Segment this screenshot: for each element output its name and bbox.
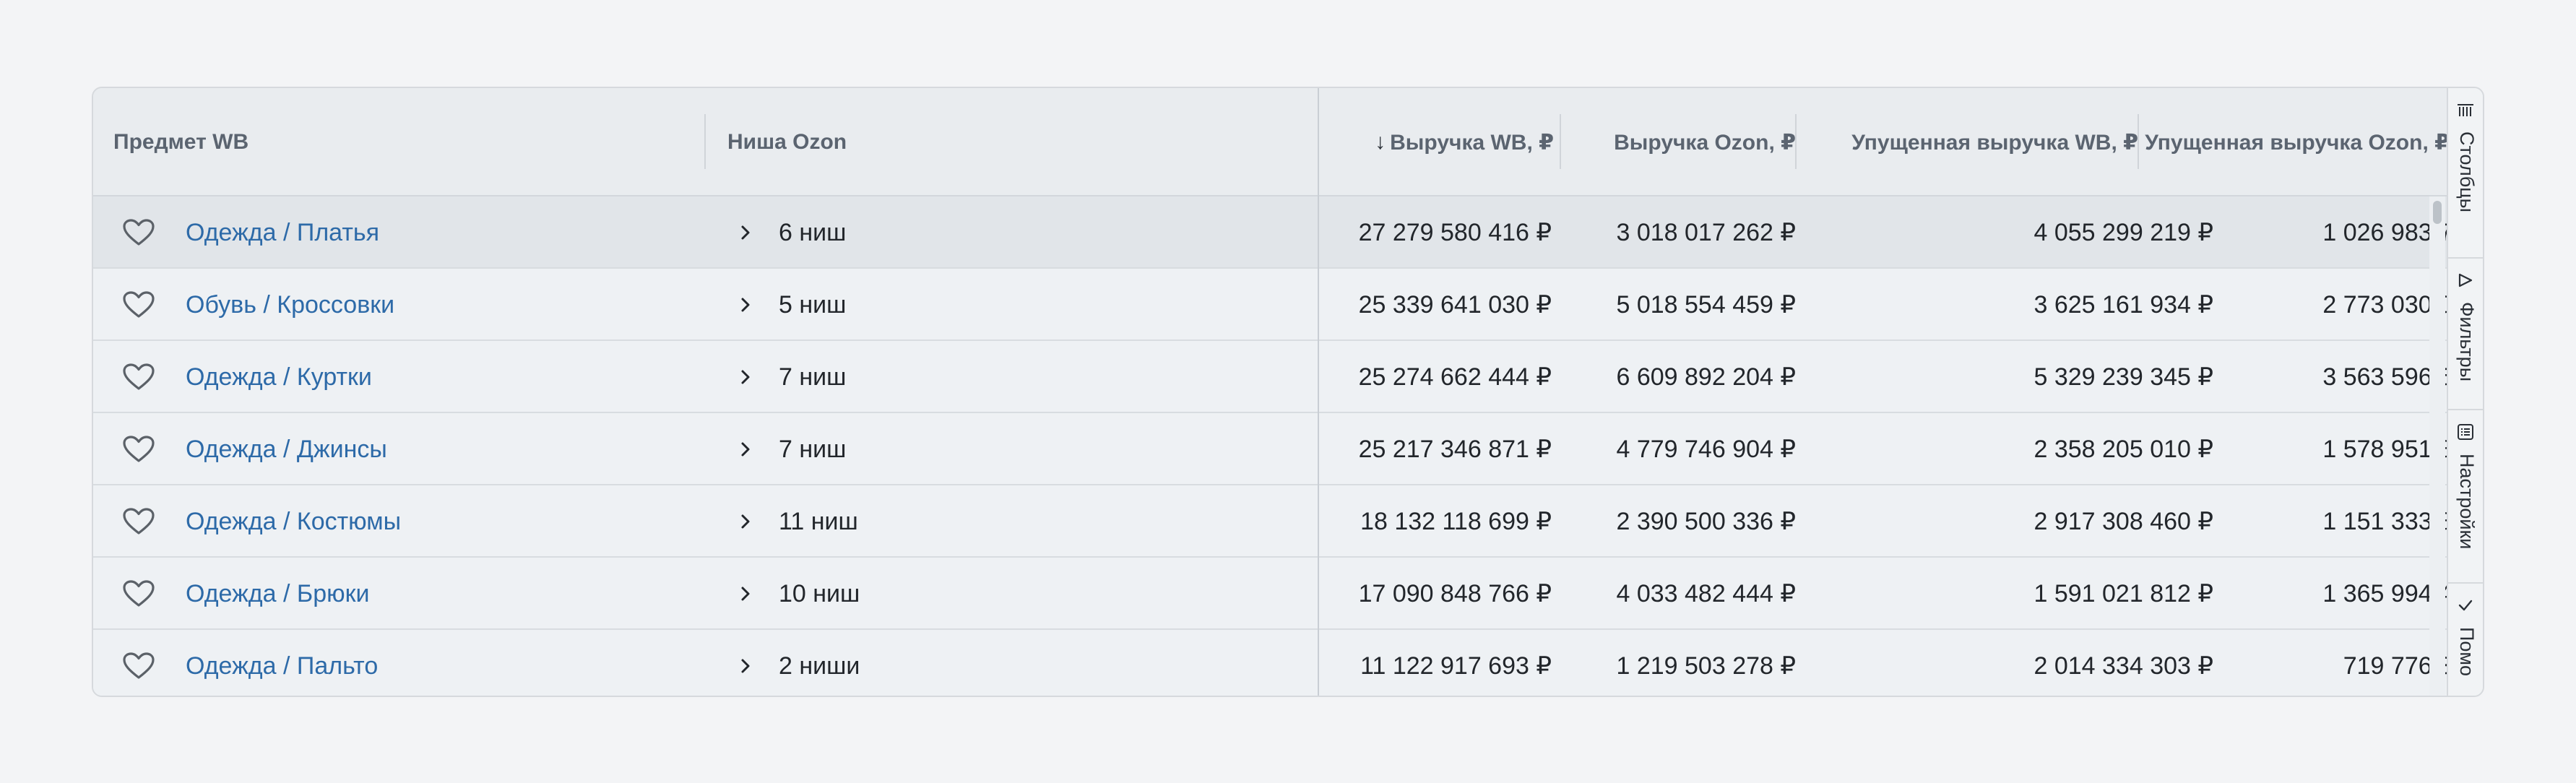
lost-wb-revenue-cell: 1 591 021 812 ₽	[2033, 580, 2213, 607]
header-wb-revenue[interactable]: ↓ Выручка WB, ₽	[1319, 88, 1554, 196]
wb-revenue-cell: 25 217 346 871 ₽	[1358, 436, 1552, 463]
grid-header: Предмет WB Ниша Ozon ↓ Выручка WB, ₽ Выр…	[93, 88, 2483, 196]
header-lost-wb-revenue[interactable]: Упущенная выручка WB, ₽	[1797, 88, 2138, 196]
side-panel: Столбцы Фильтры Настройки Помо	[2447, 88, 2483, 696]
header-subject-wb[interactable]: Предмет WB	[113, 88, 706, 196]
columns-icon	[2458, 104, 2473, 116]
lost-wb-revenue-cell: 3 625 161 934 ₽	[2033, 291, 2213, 319]
ozon-revenue-cell: 1 219 503 278 ₽	[1616, 652, 1796, 680]
wb-revenue-cell: 17 090 848 766 ₽	[1358, 580, 1552, 607]
check-icon	[2458, 600, 2473, 611]
vertical-scrollbar[interactable]	[2429, 196, 2445, 696]
header-ozon-revenue-label: Выручка Ozon, ₽	[1614, 130, 1796, 155]
filter-icon	[2458, 273, 2473, 287]
lost-wb-revenue-cell: 2 358 205 010 ₽	[2033, 436, 2213, 463]
favorite-heart-icon[interactable]	[122, 652, 155, 680]
ozon-revenue-cell: 5 018 554 459 ₽	[1616, 291, 1796, 319]
header-lost-ozon-revenue[interactable]: Упущенная выручка Ozon, ₽	[2139, 88, 2450, 196]
table-row[interactable]: Одежда / Джинсы 7 ниш 25 217 346 871 ₽ 4…	[93, 413, 2452, 485]
lost-ozon-revenue-cell: 3 563 596 5	[2322, 363, 2452, 391]
chevron-right-icon[interactable]	[731, 435, 760, 464]
subject-link[interactable]: Одежда / Платья	[186, 196, 691, 269]
niche-count[interactable]: 10 ниш	[779, 558, 1284, 630]
lost-ozon-revenue-cell: 1 026 983 7	[2322, 218, 2452, 246]
lost-wb-revenue-cell: 5 329 239 345 ₽	[2033, 363, 2213, 391]
wb-revenue-cell: 25 274 662 444 ₽	[1358, 363, 1552, 391]
wb-revenue-cell: 18 132 118 699 ₽	[1360, 508, 1552, 535]
header-lost-ozon-label: Упущенная выручка Ozon, ₽	[2145, 130, 2450, 155]
header-ozon-revenue[interactable]: Выручка Ozon, ₽	[1561, 88, 1796, 196]
subject-link[interactable]: Одежда / Пальто	[186, 630, 691, 696]
sort-desc-icon: ↓	[1375, 130, 1386, 154]
chevron-right-icon[interactable]	[731, 507, 760, 536]
favorite-heart-icon[interactable]	[122, 579, 155, 608]
pinned-columns-divider	[1318, 88, 1319, 696]
niche-count[interactable]: 6 ниш	[779, 196, 1284, 269]
wb-revenue-cell: 11 122 917 693 ₽	[1360, 652, 1552, 680]
columns-panel-label: Столбцы	[2456, 131, 2478, 213]
niche-count[interactable]: 7 ниш	[779, 413, 1284, 485]
favorite-heart-icon[interactable]	[122, 435, 155, 464]
header-niche-ozon[interactable]: Ниша Ozon	[727, 88, 1305, 196]
ozon-revenue-cell: 4 779 746 904 ₽	[1616, 436, 1796, 463]
table-row[interactable]: Одежда / Брюки 10 ниш 17 090 848 766 ₽ 4…	[93, 558, 2452, 630]
lost-wb-revenue-cell: 2 014 334 303 ₽	[2033, 652, 2213, 680]
settings-list-icon	[2458, 424, 2473, 440]
lost-ozon-revenue-cell: 1 365 994 4	[2322, 579, 2452, 607]
header-lost-wb-label: Упущенная выручка WB, ₽	[1851, 130, 2138, 155]
chevron-right-icon[interactable]	[731, 363, 760, 392]
lost-ozon-revenue-cell: 719 776 3	[2343, 652, 2452, 680]
ozon-revenue-cell: 6 609 892 204 ₽	[1616, 363, 1796, 391]
help-panel-button[interactable]: Помо	[2448, 584, 2483, 696]
table-row[interactable]: Обувь / Кроссовки 5 ниш 25 339 641 030 ₽…	[93, 269, 2452, 341]
subject-link[interactable]: Одежда / Джинсы	[186, 413, 691, 485]
filters-panel-button[interactable]: Фильтры	[2448, 259, 2483, 410]
ozon-revenue-cell: 3 018 017 262 ₽	[1616, 219, 1796, 246]
header-niche-label: Ниша Ozon	[727, 130, 847, 154]
lost-ozon-revenue-cell: 2 773 030 0	[2322, 290, 2452, 319]
filters-panel-label: Фильтры	[2456, 302, 2478, 382]
columns-panel-button[interactable]: Столбцы	[2448, 88, 2483, 259]
wb-revenue-cell: 27 279 580 416 ₽	[1358, 219, 1552, 246]
table-row[interactable]: Одежда / Пальто 2 ниши 11 122 917 693 ₽ …	[93, 630, 2452, 696]
chevron-right-icon[interactable]	[731, 290, 760, 319]
ozon-revenue-cell: 2 390 500 336 ₽	[1616, 508, 1796, 535]
wb-revenue-cell: 25 339 641 030 ₽	[1358, 291, 1552, 319]
favorite-heart-icon[interactable]	[122, 363, 155, 392]
subject-link[interactable]: Обувь / Кроссовки	[186, 269, 691, 341]
lost-ozon-revenue-cell: 1 151 333 8	[2322, 507, 2452, 535]
subject-link[interactable]: Одежда / Куртки	[186, 341, 691, 413]
header-subject-label: Предмет WB	[113, 130, 249, 154]
lost-wb-revenue-cell: 4 055 299 219 ₽	[2033, 219, 2213, 246]
subject-link[interactable]: Одежда / Костюмы	[186, 485, 691, 558]
header-wb-revenue-label: Выручка WB, ₽	[1390, 130, 1554, 155]
table-row[interactable]: Одежда / Куртки 7 ниш 25 274 662 444 ₽ 6…	[93, 341, 2452, 413]
lost-ozon-revenue-cell: 1 578 951 8	[2322, 435, 2452, 463]
niche-count[interactable]: 5 ниш	[779, 269, 1284, 341]
settings-panel-label: Настройки	[2456, 454, 2478, 550]
scrollbar-thumb[interactable]	[2433, 201, 2442, 224]
niche-count[interactable]: 2 ниши	[779, 630, 1284, 696]
chevron-right-icon[interactable]	[731, 652, 760, 680]
table-row[interactable]: Одежда / Костюмы 11 ниш 18 132 118 699 ₽…	[93, 485, 2452, 558]
niche-count[interactable]: 7 ниш	[779, 341, 1284, 413]
chevron-right-icon[interactable]	[731, 218, 760, 247]
ozon-revenue-cell: 4 033 482 444 ₽	[1616, 580, 1796, 607]
niche-count[interactable]: 11 ниш	[779, 485, 1284, 558]
chevron-right-icon[interactable]	[731, 579, 760, 608]
favorite-heart-icon[interactable]	[122, 507, 155, 536]
settings-panel-button[interactable]: Настройки	[2448, 410, 2483, 584]
favorite-heart-icon[interactable]	[122, 290, 155, 319]
data-grid: Предмет WB Ниша Ozon ↓ Выручка WB, ₽ Выр…	[92, 87, 2484, 697]
favorite-heart-icon[interactable]	[122, 218, 155, 247]
table-row[interactable]: Одежда / Платья 6 ниш 27 279 580 416 ₽ 3…	[93, 196, 2452, 269]
lost-wb-revenue-cell: 2 917 308 460 ₽	[2033, 508, 2213, 535]
column-resize-handle[interactable]	[704, 114, 706, 169]
subject-link[interactable]: Одежда / Брюки	[186, 558, 691, 630]
help-panel-label: Помо	[2456, 627, 2478, 677]
